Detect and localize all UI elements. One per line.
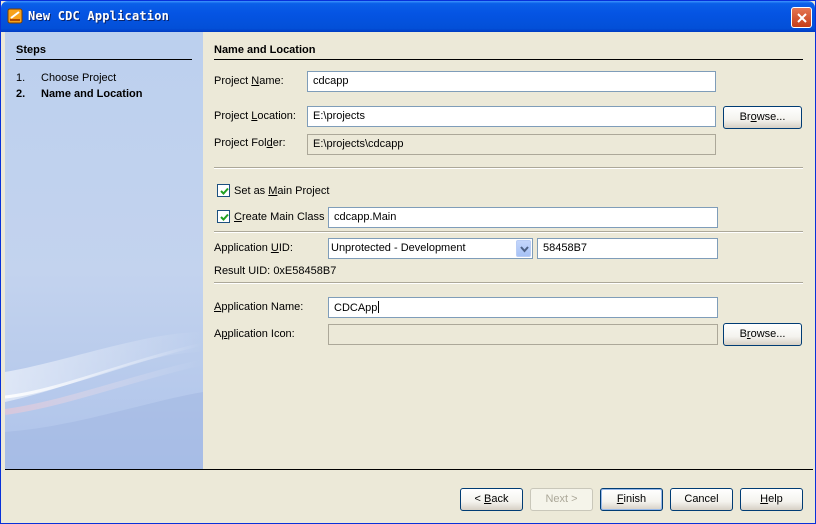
project-location-label: Project Location: bbox=[214, 110, 296, 122]
content-panel: Name and Location Project Name: cdcapp P… bbox=[203, 32, 815, 469]
application-name-input[interactable]: CDCApp bbox=[328, 297, 718, 318]
application-name-label: Application Name: bbox=[214, 301, 304, 313]
uid-type-select[interactable]: Unprotected - Development bbox=[328, 238, 533, 259]
text-caret bbox=[378, 301, 380, 313]
project-folder-field: E:\projects\cdcapp bbox=[307, 134, 716, 155]
title-bar[interactable]: New CDC Application bbox=[1, 1, 815, 32]
back-button[interactable]: < Back bbox=[460, 488, 523, 511]
steps-title: Steps bbox=[16, 44, 46, 56]
section-divider bbox=[214, 59, 803, 60]
wizard-window: New CDC Application Steps 1. Choose Proj… bbox=[0, 0, 816, 524]
browse-icon-button[interactable]: Browse... bbox=[723, 323, 802, 346]
cancel-button[interactable]: Cancel bbox=[670, 488, 733, 511]
set-main-project-label[interactable]: Set as Main Project bbox=[234, 185, 329, 197]
main-class-input[interactable]: cdcapp.Main bbox=[328, 207, 718, 228]
uid-type-value: Unprotected - Development bbox=[331, 242, 466, 254]
project-name-label: Project Name: bbox=[214, 75, 284, 87]
next-button[interactable]: Next > bbox=[530, 488, 593, 511]
close-button[interactable] bbox=[791, 7, 812, 28]
steps-divider bbox=[16, 59, 192, 60]
project-folder-label: Project Folder: bbox=[214, 137, 286, 149]
create-main-class-checkbox[interactable] bbox=[217, 210, 230, 223]
separator bbox=[214, 282, 803, 284]
separator bbox=[214, 167, 803, 169]
application-uid-label: Application UID: bbox=[214, 242, 293, 254]
step-number: 2. bbox=[16, 88, 26, 100]
help-button[interactable]: Help bbox=[740, 488, 803, 511]
create-main-class-label[interactable]: Create Main Class bbox=[234, 211, 325, 223]
window-title: New CDC Application bbox=[28, 9, 170, 23]
step-label: Choose Project bbox=[41, 72, 117, 84]
application-uid-input[interactable]: 58458B7 bbox=[537, 238, 718, 259]
close-icon bbox=[797, 13, 807, 23]
chevron-down-icon bbox=[520, 246, 529, 253]
application-icon-label: Application Icon: bbox=[214, 328, 295, 340]
separator bbox=[214, 231, 803, 233]
checkmark-icon bbox=[220, 187, 229, 195]
section-title: Name and Location bbox=[214, 44, 316, 56]
result-uid-value: 0xE58458B7 bbox=[273, 265, 337, 277]
dropdown-button[interactable] bbox=[516, 240, 531, 257]
step-label: Name and Location bbox=[41, 88, 143, 100]
project-location-input[interactable]: E:\projects bbox=[307, 106, 716, 127]
set-main-project-checkbox[interactable] bbox=[217, 184, 230, 197]
steps-panel: Steps 1. Choose Project 2. Name and Loca… bbox=[5, 32, 203, 469]
footer-divider bbox=[5, 469, 813, 470]
browse-location-button[interactable]: Browse... bbox=[723, 106, 802, 129]
java-cup-icon bbox=[7, 8, 23, 24]
checkmark-icon bbox=[220, 213, 229, 221]
application-icon-field bbox=[328, 324, 718, 345]
project-name-input[interactable]: cdcapp bbox=[307, 71, 716, 92]
result-uid-label: Result UID: 0xE58458B7 bbox=[214, 265, 337, 277]
finish-button[interactable]: Finish bbox=[600, 488, 663, 511]
step-number: 1. bbox=[16, 72, 26, 84]
